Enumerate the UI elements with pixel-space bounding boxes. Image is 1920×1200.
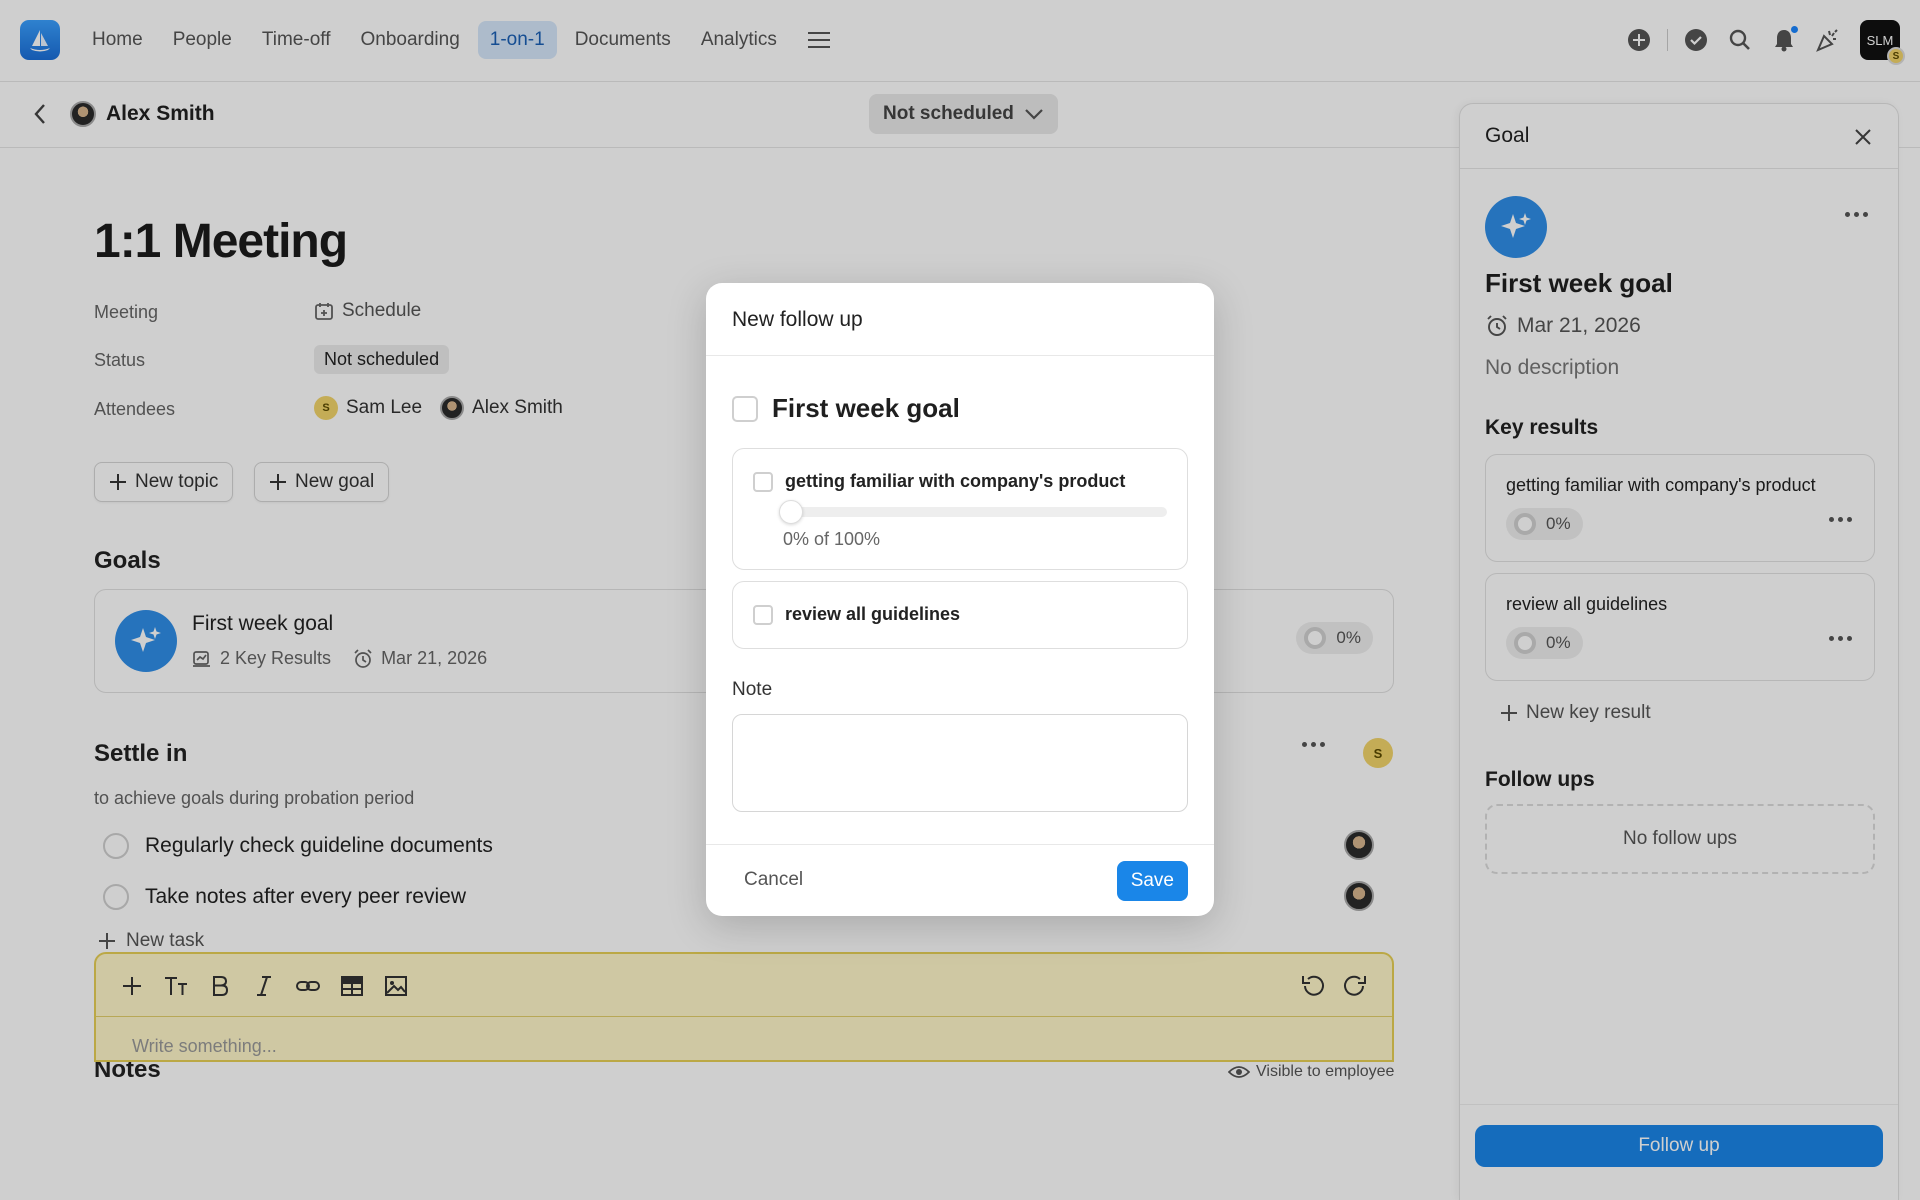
dialog-title: New follow up xyxy=(732,308,863,331)
key-result-title: review all guidelines xyxy=(785,604,961,624)
progress-slider[interactable] xyxy=(779,500,1167,524)
key-result-checkbox[interactable] xyxy=(753,604,773,625)
new-follow-up-dialog: New follow up First week goal getting fa… xyxy=(706,283,1214,916)
note-label: Note xyxy=(732,679,773,700)
dialog-header: New follow up xyxy=(706,283,1214,356)
save-button[interactable]: Save xyxy=(1116,861,1188,901)
dialog-footer: Cancel Save xyxy=(706,844,1214,916)
key-result-item: review all guidelines xyxy=(732,581,1188,649)
key-result-checkbox[interactable] xyxy=(753,471,773,492)
key-result-title: getting familiar with company's product xyxy=(785,471,1126,491)
key-result-item: getting familiar with company's product … xyxy=(732,448,1188,570)
goal-title: First week goal xyxy=(772,393,960,423)
slider-thumb[interactable] xyxy=(779,500,803,524)
progress-text: 0% of 100% xyxy=(783,529,881,549)
goal-checkbox[interactable] xyxy=(732,395,758,422)
cancel-button[interactable]: Cancel xyxy=(732,863,815,897)
goal-select-row[interactable]: First week goal xyxy=(732,393,960,424)
note-textarea[interactable] xyxy=(732,714,1188,812)
